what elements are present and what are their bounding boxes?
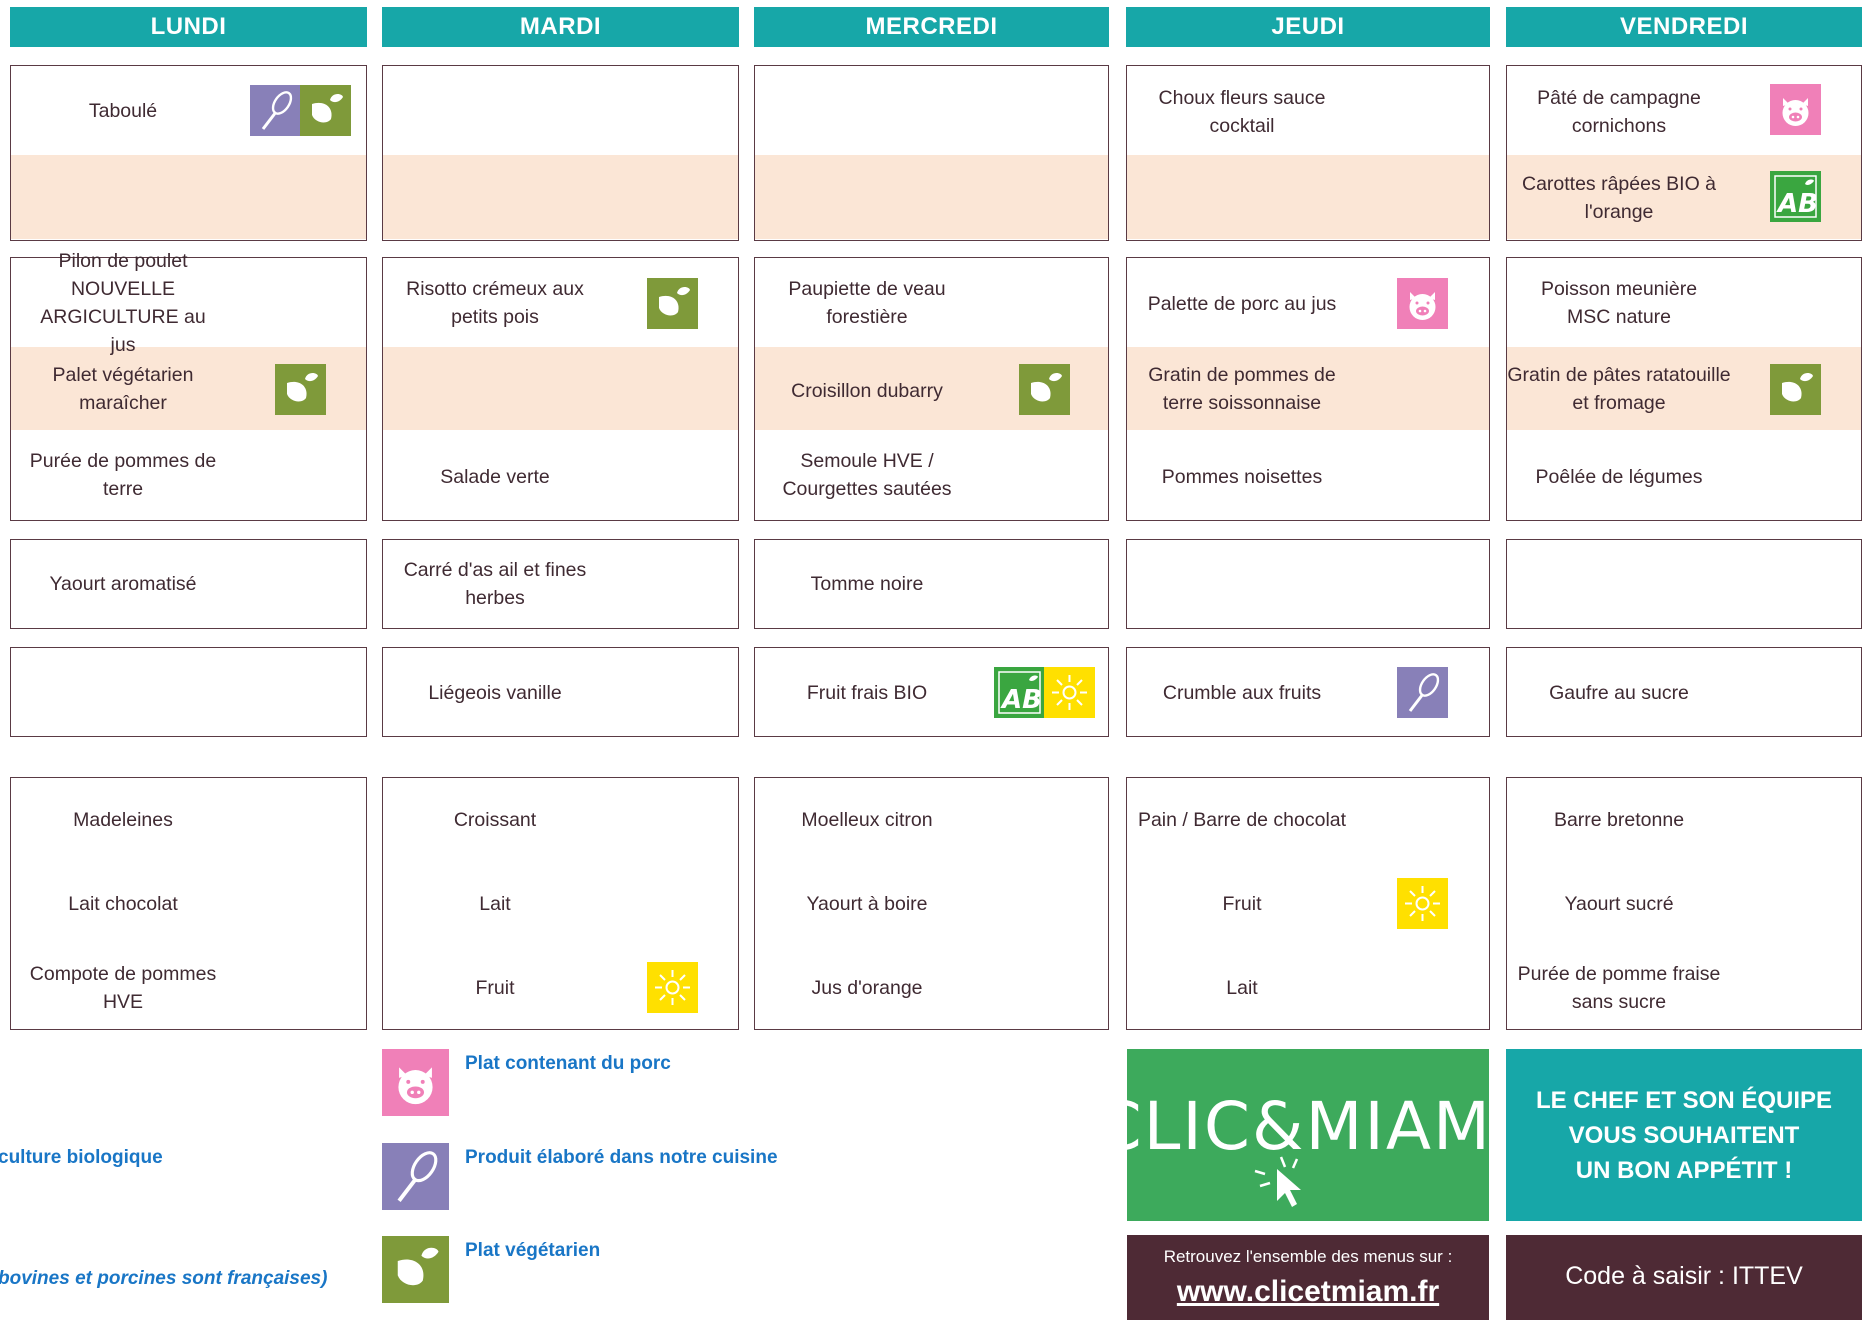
dish-entree: Taboulé: [88, 100, 158, 122]
code-text: Code à saisir : ITTEV: [1565, 1262, 1803, 1290]
dish-plat-alt: Gratin de pommes de terre soissonnaise: [1148, 364, 1336, 414]
dish-plat-alt: Croisillon dubarry: [791, 380, 943, 402]
dish-dessert: Gaufre au sucre: [1549, 682, 1689, 704]
dessert-box: [10, 647, 367, 737]
dish-plat-alt: Gratin de pâtes ratatouille et fromage: [1507, 364, 1731, 414]
legend-vege-text: Plat végétarien: [465, 1240, 601, 1261]
laitage-box: [1126, 539, 1490, 629]
entree-box: [382, 65, 739, 241]
dish-laitage: Tomme noire: [810, 573, 924, 595]
svg-text:AB: AB: [1000, 685, 1042, 715]
entree-alt-band: [383, 155, 738, 239]
day-header-jeudi: JEUDI: [1126, 7, 1490, 47]
dish-gouter: Pain / Barre de chocolat: [1137, 809, 1347, 831]
dish-plat: Poisson meunière MSC nature: [1540, 278, 1698, 328]
chef-message-box: LE CHEF ET SON ÉQUIPE VOUS SOUHAITENT UN…: [1506, 1049, 1862, 1221]
dish-gouter: Yaourt sucré: [1564, 893, 1674, 915]
chef-message-line: UN BON APPÉTIT !: [1575, 1156, 1793, 1184]
day-header-mardi: MARDI: [382, 7, 739, 47]
dish-accompagnement: Pommes noisettes: [1161, 466, 1323, 488]
dish-entree: Pâté de campagne cornichons: [1537, 87, 1701, 137]
dish-entree: Choux fleurs sauce cocktail: [1158, 87, 1326, 137]
plat-alt-band: [383, 347, 738, 430]
dish-gouter: Purée de pomme fraise sans sucre: [1517, 963, 1721, 1013]
dish-plat: Pilon de poulet NOUVELLE ARGICULTURE au …: [40, 250, 206, 356]
dish-accompagnement: Semoule HVE / Courgettes sautées: [782, 450, 952, 500]
website-box: Retrouvez l'ensemble des menus sur : www…: [1127, 1235, 1489, 1320]
ab-bio-icon: AB: [994, 667, 1045, 718]
dish-gouter: Fruit: [475, 977, 515, 999]
dish-gouter: Barre bretonne: [1553, 809, 1685, 831]
entree-alt-band: [11, 155, 366, 239]
sun-icon: [1044, 667, 1095, 718]
whisk-icon: [382, 1143, 449, 1210]
legend-porc-text: Plat contenant du porc: [465, 1053, 671, 1074]
svg-text:AB: AB: [1776, 189, 1818, 219]
dish-laitage: Yaourt aromatisé: [49, 573, 197, 595]
day-header-lundi: LUNDI: [10, 7, 367, 47]
entree-box: [754, 65, 1109, 241]
dish-accompagnement: Salade verte: [440, 466, 550, 488]
legend-viande-text: bovines et porcines sont françaises): [0, 1268, 328, 1289]
clicetmiam-logo: CLIC&MIAM!: [1096, 1049, 1518, 1221]
dish-gouter: Madeleines: [73, 809, 173, 831]
dish-gouter: Yaourt à boire: [806, 893, 928, 915]
entree-alt-band: [755, 155, 1108, 239]
dish-gouter: Lait chocolat: [68, 893, 178, 915]
dish-gouter: Lait: [479, 893, 511, 915]
laitage-box: [1506, 539, 1862, 629]
dish-gouter: Jus d'orange: [811, 977, 923, 999]
sun-icon: [1397, 878, 1448, 929]
vegetarian-leaf-icon: [1019, 364, 1070, 415]
dish-gouter: Fruit: [1222, 893, 1262, 915]
dish-plat: Risotto crémeux aux petits pois: [406, 278, 584, 328]
sun-icon: [647, 962, 698, 1013]
vegetarian-leaf-icon: [382, 1236, 449, 1303]
website-intro: Retrouvez l'ensemble des menus sur :: [1163, 1247, 1453, 1266]
code-box: Code à saisir : ITTEV: [1506, 1235, 1862, 1320]
day-header-vendredi: VENDREDI: [1506, 7, 1862, 47]
dish-entree-alt: Carottes râpées BIO à l'orange: [1521, 173, 1716, 223]
pig-icon: [382, 1049, 449, 1116]
dish-gouter: Compote de pommes HVE: [29, 963, 217, 1013]
pig-icon: [1770, 84, 1821, 135]
dish-dessert: Crumble aux fruits: [1162, 682, 1322, 704]
dish-dessert: Liégeois vanille: [428, 682, 562, 704]
legend-bio-text: culture biologique: [0, 1147, 163, 1168]
logo-text: CLIC&MIAM!: [1127, 1088, 1489, 1165]
website-link[interactable]: www.clicetmiam.fr: [1127, 1275, 1489, 1309]
day-header-mercredi: MERCREDI: [754, 7, 1109, 47]
vegetarian-leaf-icon: [275, 364, 326, 415]
dish-plat: Paupiette de veau forestière: [788, 278, 946, 328]
dish-accompagnement: Purée de pommes de terre: [29, 450, 217, 500]
pig-icon: [1397, 278, 1448, 329]
dish-gouter: Lait: [1226, 977, 1258, 999]
whisk-icon: [1397, 667, 1448, 718]
dish-gouter: Moelleux citron: [801, 809, 933, 831]
legend-maison-text: Produit élaboré dans notre cuisine: [465, 1147, 778, 1168]
dish-plat: Palette de porc au jus: [1147, 293, 1337, 315]
chef-message-line: VOUS SOUHAITENT: [1568, 1121, 1800, 1149]
vegetarian-leaf-icon: [300, 85, 351, 136]
dish-accompagnement: Poêlée de légumes: [1535, 466, 1703, 488]
whisk-icon: [250, 85, 301, 136]
dish-gouter: Croissant: [453, 809, 537, 831]
vegetarian-leaf-icon: [1770, 364, 1821, 415]
dish-laitage: Carré d'as ail et fines herbes: [403, 559, 587, 609]
ab-bio-icon: AB: [1770, 171, 1821, 222]
dish-dessert: Fruit frais BIO: [806, 682, 928, 704]
chef-message-line: LE CHEF ET SON ÉQUIPE: [1535, 1086, 1833, 1114]
vegetarian-leaf-icon: [647, 278, 698, 329]
entree-alt-band: [1127, 155, 1489, 239]
dish-plat-alt: Palet végétarien maraîcher: [52, 364, 194, 414]
